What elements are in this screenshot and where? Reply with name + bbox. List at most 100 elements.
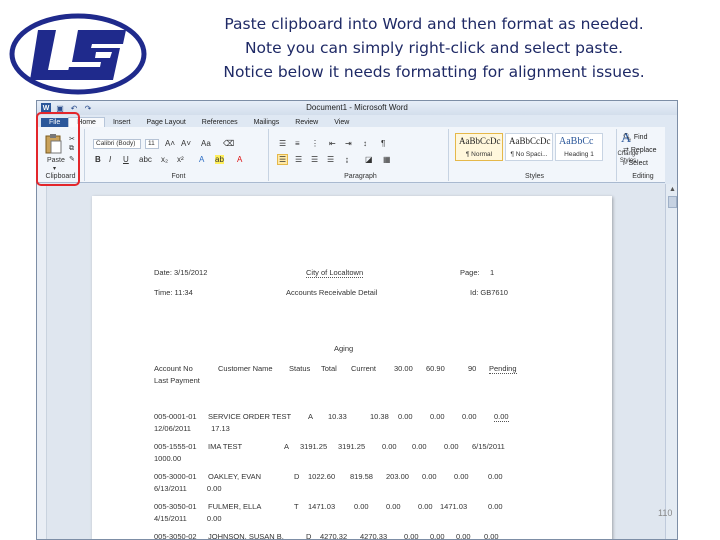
replace-label: Replace bbox=[630, 147, 657, 154]
style-name: ¶ Normal bbox=[465, 151, 493, 158]
header-total: Total bbox=[321, 364, 337, 373]
numbering-icon[interactable]: ≡ bbox=[295, 139, 300, 148]
decrease-indent-icon[interactable]: ⇤ bbox=[329, 139, 336, 148]
superscript-icon[interactable]: x² bbox=[177, 155, 184, 164]
align-right-icon[interactable]: ☰ bbox=[311, 155, 318, 164]
styles-label: Styles bbox=[524, 173, 545, 180]
table-cell: 005-0001-01 bbox=[154, 412, 197, 421]
header-90: 90 bbox=[468, 364, 477, 373]
find-label: Find bbox=[633, 134, 648, 141]
instruction-line-2: Note you can simply right-click and sele… bbox=[244, 39, 624, 57]
text-effects-icon[interactable]: A bbox=[199, 155, 204, 164]
header-current: Current bbox=[351, 364, 377, 373]
style-name: Heading 1 bbox=[564, 151, 594, 158]
style-normal[interactable]: AaBbCcDc ¶ Normal bbox=[455, 133, 503, 161]
table-cell: 0.00 bbox=[382, 442, 397, 451]
instruction-line-1: Paste clipboard into Word and then forma… bbox=[224, 15, 644, 33]
font-size-select[interactable]: 11 bbox=[145, 139, 159, 149]
tab-review[interactable]: Review bbox=[287, 118, 326, 127]
slide-instructions: Paste clipboard into Word and then forma… bbox=[150, 12, 718, 84]
table-cell: 0.00 bbox=[444, 442, 459, 451]
replace-button[interactable]: ⇄ Replace bbox=[623, 146, 657, 154]
report-time: Time: 11:34 bbox=[154, 288, 193, 297]
font-name-select[interactable]: Calibri (Body) bbox=[93, 139, 141, 149]
table-cell: A bbox=[308, 412, 314, 421]
font-group: Calibri (Body) 11 A˄ A˅ Aa ⌫ B I U abc x… bbox=[89, 129, 269, 181]
style-heading-1[interactable]: AaBbCc Heading 1 bbox=[555, 133, 603, 161]
tab-page-layout[interactable]: Page Layout bbox=[138, 118, 193, 127]
multilevel-list-icon[interactable]: ⋮ bbox=[311, 139, 319, 148]
sort-icon[interactable]: ↕ bbox=[363, 139, 367, 148]
table-cell: SERVICE ORDER TEST bbox=[208, 412, 292, 421]
table-cell: 0.00 bbox=[398, 412, 413, 421]
underline-button[interactable]: U bbox=[123, 155, 129, 164]
report-title: Accounts Receivable Detail bbox=[286, 288, 378, 297]
header-account: Account No bbox=[154, 364, 193, 373]
style-sample: AaBbCcDc bbox=[459, 136, 501, 146]
table-cell: 0.00 bbox=[488, 502, 503, 511]
tab-insert[interactable]: Insert bbox=[105, 118, 139, 127]
table-cell: 4/15/2011 0.00 bbox=[154, 514, 222, 523]
table-cell: FULMER, ELLA bbox=[208, 502, 262, 511]
table-cell: 0.00 bbox=[422, 472, 437, 481]
table-cell: D bbox=[306, 532, 312, 540]
increase-indent-icon[interactable]: ⇥ bbox=[345, 139, 352, 148]
strikethrough-icon[interactable]: abc bbox=[139, 155, 152, 164]
document-page[interactable]: Date: 3/15/2012 City of Localtown Page: … bbox=[92, 196, 612, 540]
table-cell: 1022.60 bbox=[308, 472, 336, 481]
tab-view[interactable]: View bbox=[326, 118, 357, 127]
shading-icon[interactable]: ◪ bbox=[365, 155, 373, 164]
highlight-icon[interactable]: ab bbox=[215, 155, 224, 164]
table-cell: 005-1555-01 bbox=[154, 442, 197, 451]
clipboard-highlight bbox=[36, 112, 80, 186]
table-cell: 0.00 bbox=[412, 442, 427, 451]
table-cell: JOHNSON, SUSAN B. bbox=[208, 532, 284, 540]
table-cell: 12/06/2011 17.13 bbox=[154, 424, 230, 433]
subscript-icon[interactable]: x₂ bbox=[161, 155, 168, 164]
aging-heading: Aging bbox=[334, 344, 354, 353]
editing-label: Editing bbox=[632, 173, 654, 180]
title-bar: W ▣ ↶ ↷ Document1 - Microsoft Word bbox=[37, 101, 677, 115]
select-label: Select bbox=[628, 160, 648, 167]
scroll-thumb[interactable] bbox=[668, 196, 677, 208]
company-logo bbox=[9, 13, 147, 95]
table-cell: 0.00 bbox=[456, 532, 471, 540]
table-cell: 005-3050-01 bbox=[154, 502, 197, 511]
justify-icon[interactable]: ☰ bbox=[327, 155, 334, 164]
style-sample: AaBbCcDc bbox=[509, 136, 551, 146]
table-cell: 10.33 bbox=[328, 412, 347, 421]
bold-button[interactable]: B bbox=[95, 155, 101, 164]
bullets-icon[interactable]: ☰ bbox=[279, 139, 286, 148]
line-spacing-icon[interactable]: ↨ bbox=[345, 155, 349, 164]
font-color-icon[interactable]: A bbox=[237, 155, 242, 164]
scroll-up-icon[interactable]: ▲ bbox=[668, 186, 677, 194]
table-cell: 6/13/2011 0.00 bbox=[154, 484, 222, 493]
find-button[interactable]: 🔍︎ Find bbox=[623, 133, 647, 141]
table-cell: 819.58 bbox=[350, 472, 373, 481]
header-customer: Customer Name bbox=[218, 364, 273, 373]
word-window: W ▣ ↶ ↷ Document1 - Microsoft Word File … bbox=[36, 100, 678, 540]
show-formatting-button[interactable]: ¶ bbox=[381, 139, 385, 148]
style-no-spacing[interactable]: AaBbCcDc ¶ No Spaci... bbox=[505, 133, 553, 161]
header-status: Status bbox=[289, 364, 311, 373]
table-cell: 4270.32 bbox=[320, 532, 348, 540]
align-left-icon[interactable]: ☰ bbox=[277, 154, 289, 165]
ribbon-tabs: File Home Insert Page Layout References … bbox=[37, 115, 677, 127]
italic-button[interactable]: I bbox=[109, 155, 111, 164]
tab-mailings[interactable]: Mailings bbox=[246, 118, 288, 127]
clear-formatting-icon[interactable]: ⌫ bbox=[223, 139, 234, 148]
grow-font-icon[interactable]: A˄ bbox=[165, 139, 175, 148]
table-cell: 10.38 bbox=[370, 412, 389, 421]
table-cell: 6/15/2011 bbox=[472, 442, 505, 451]
change-case-icon[interactable]: Aa bbox=[201, 139, 211, 148]
shrink-font-icon[interactable]: A˅ bbox=[181, 139, 191, 148]
align-center-icon[interactable]: ☰ bbox=[295, 155, 302, 164]
table-cell: 1000.00 bbox=[154, 454, 182, 463]
select-button[interactable]: ▹ Select bbox=[623, 159, 648, 167]
tab-references[interactable]: References bbox=[194, 118, 246, 127]
borders-icon[interactable]: ▦ bbox=[383, 155, 391, 164]
vertical-scrollbar[interactable]: ▲ bbox=[665, 184, 677, 539]
table-cell: 0.00 bbox=[404, 532, 419, 540]
style-name: ¶ No Spaci... bbox=[510, 151, 548, 158]
table-cell: 3191.25 bbox=[300, 442, 328, 451]
